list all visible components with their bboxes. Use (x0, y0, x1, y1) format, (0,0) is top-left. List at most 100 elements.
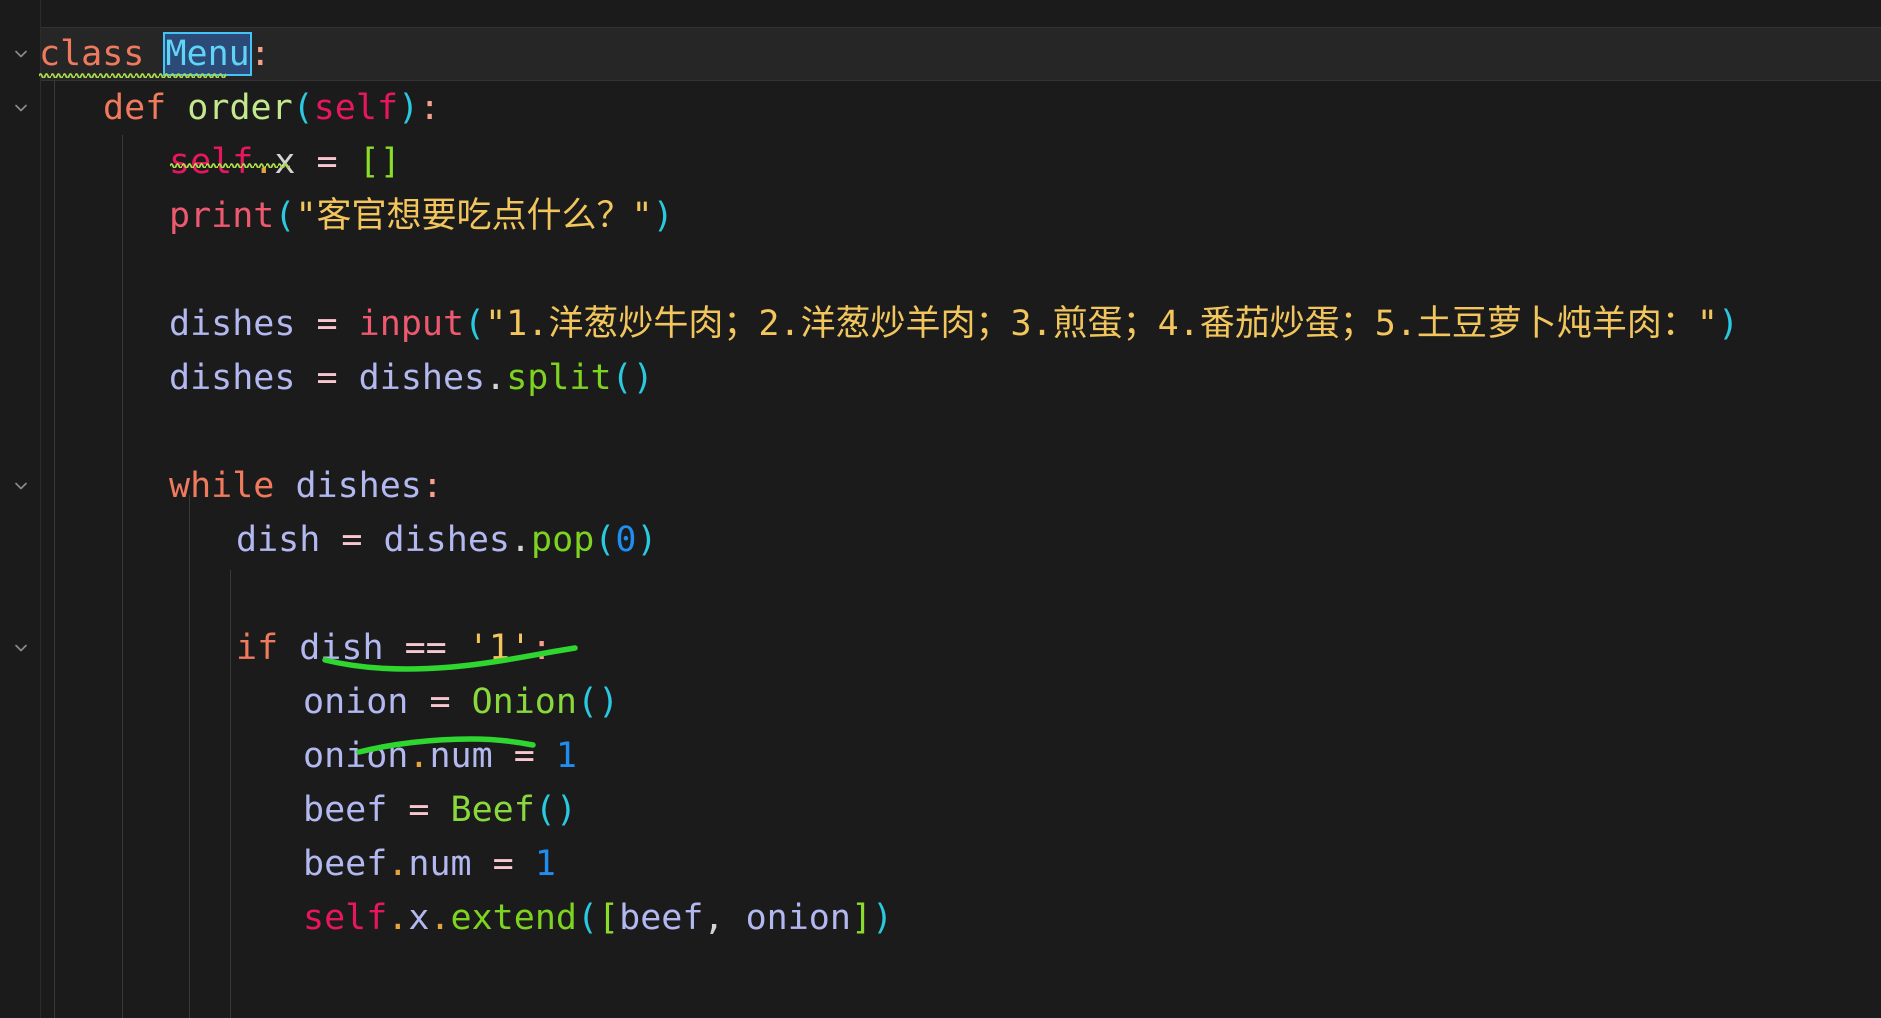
code-token: dishes (169, 304, 296, 344)
code-token: Onion (471, 682, 577, 722)
code-editor[interactable]: class Menu:def order(self):self.x = []pr… (0, 0, 1881, 1018)
code-line[interactable]: if dish == '1': (236, 621, 552, 675)
code-token: 1 (555, 736, 577, 776)
code-token: self (303, 898, 388, 938)
code-token: class (39, 34, 145, 74)
code-token: ) (872, 898, 894, 938)
code-line[interactable]: dishes = dishes.split() (169, 351, 654, 405)
code-token: ) (398, 88, 420, 128)
code-token: extend (450, 898, 577, 938)
code-line[interactable]: dish = dishes.pop(0) (236, 513, 658, 567)
code-token: = (492, 844, 514, 884)
code-token: == (404, 628, 447, 668)
code-line[interactable]: while dishes: (169, 459, 443, 513)
code-area[interactable]: class Menu:def order(self):self.x = []pr… (39, 0, 1881, 1018)
code-token: = (316, 304, 338, 344)
code-token: : (421, 466, 443, 506)
code-token: beef (303, 790, 388, 830)
code-token: = (316, 142, 338, 182)
code-token: while (169, 466, 275, 506)
code-token: 1 (534, 844, 556, 884)
code-token: ( (594, 520, 616, 560)
code-token: onion (303, 736, 409, 776)
code-token: ( (464, 304, 486, 344)
code-token: ) (598, 682, 620, 722)
code-token: Beef (450, 790, 535, 830)
code-token: ( (576, 898, 599, 938)
code-token: order (187, 88, 293, 128)
code-token: : (531, 628, 553, 668)
code-token: dish (299, 628, 384, 668)
fold-column[interactable] (0, 0, 41, 1018)
indent-guide-3 (189, 495, 190, 1018)
code-line[interactable]: beef = Beef() (303, 783, 577, 837)
fold-chevron-icon-line-1[interactable] (12, 45, 30, 63)
code-token: . (429, 898, 451, 938)
code-token: num (408, 844, 472, 884)
lint-squiggle-1 (39, 71, 226, 78)
code-token: ( (292, 88, 314, 128)
code-line[interactable]: beef.num = 1 (303, 837, 556, 891)
code-token: '1' (467, 628, 532, 668)
code-token: dishes (169, 358, 296, 398)
code-line[interactable]: print("客官想要吃点什么？") (169, 189, 674, 243)
code-token: "客官想要吃点什么？" (295, 196, 653, 236)
code-token: self (313, 88, 399, 128)
code-token: = (408, 790, 430, 830)
code-line[interactable]: onion = Onion() (303, 675, 619, 729)
code-token: : (419, 88, 441, 128)
code-line[interactable]: def order(self): (103, 81, 440, 135)
code-line[interactable]: self.x.extend([beef, onion]) (303, 891, 893, 945)
code-token: . (387, 844, 409, 884)
code-token: : (249, 34, 271, 74)
code-token: , (703, 898, 725, 938)
indent-guide-1 (54, 81, 55, 1018)
code-token: ) (555, 790, 577, 830)
code-token: onion (745, 898, 851, 938)
code-token: dishes (295, 466, 422, 506)
code-token: = (316, 358, 338, 398)
code-token: = (429, 682, 451, 722)
code-token: ] (850, 898, 873, 938)
code-token: ( (274, 196, 296, 236)
code-token: beef (303, 844, 388, 884)
code-token: ) (632, 358, 654, 398)
indent-guide-2 (122, 135, 123, 1018)
code-token: "1.洋葱炒牛肉；2.洋葱炒羊肉；3.煎蛋；4.番茄炒蛋；5.土豆萝卜炖羊肉：" (485, 304, 1718, 344)
code-token: ( (576, 682, 599, 722)
code-token: . (509, 520, 532, 560)
fold-chevron-icon-line-2[interactable] (12, 99, 30, 117)
code-token: ] (379, 142, 401, 182)
code-token: dish (236, 520, 321, 560)
fold-chevron-icon-line-12[interactable] (12, 639, 30, 657)
code-line[interactable]: onion.num = 1 (303, 729, 577, 783)
indent-guide-4 (230, 570, 231, 1018)
code-line[interactable]: dishes = input("1.洋葱炒牛肉；2.洋葱炒羊肉；3.煎蛋；4.番… (169, 297, 1739, 351)
fold-chevron-icon-line-9[interactable] (12, 477, 30, 495)
code-token: ) (1717, 304, 1740, 344)
lint-squiggle-2 (170, 161, 290, 168)
code-token: . (387, 898, 409, 938)
selected-token: Menu (163, 32, 252, 76)
code-token: [ (598, 898, 620, 938)
code-token: print (169, 196, 275, 236)
